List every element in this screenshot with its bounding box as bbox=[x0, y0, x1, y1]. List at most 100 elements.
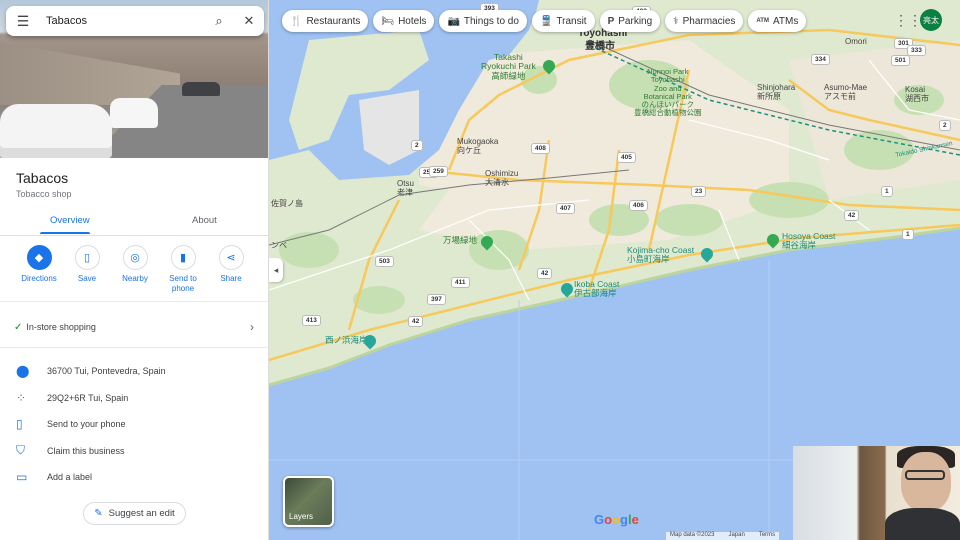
claim-text: Claim this business bbox=[47, 445, 125, 456]
chip-transit[interactable]: 🚆 Transit bbox=[531, 10, 595, 32]
share-button[interactable]: ⋖ Share bbox=[208, 245, 254, 294]
map-label-nishinohama: 西ノ浜海岸 bbox=[325, 335, 368, 345]
map-data-text: Map data ©2023 bbox=[670, 532, 715, 538]
search-input[interactable]: Tabacos bbox=[40, 15, 204, 27]
map-label-toyohashi-jp: 豊橋市 bbox=[585, 41, 615, 52]
place-category[interactable]: Tobacco shop bbox=[16, 189, 72, 199]
maps-screen: Toyohashi 豊橋市 Takashi Ryokuchi Park 高師緑地… bbox=[0, 0, 960, 540]
route-shield: 397 bbox=[427, 294, 446, 305]
divider bbox=[0, 301, 268, 302]
route-shield: 1 bbox=[902, 229, 914, 240]
route-shield: 1 bbox=[881, 186, 893, 197]
action-buttons: ◆ Directions ▯ Save ◎ Nearby ▮ Send to p… bbox=[16, 245, 254, 294]
chevron-right-icon: › bbox=[250, 320, 254, 334]
route-shield: 413 bbox=[302, 315, 321, 326]
chip-label: Transit bbox=[556, 15, 587, 27]
chip-atms[interactable]: ATM ATMs bbox=[748, 10, 807, 32]
bed-icon: 🛏 bbox=[381, 15, 395, 27]
atm-icon: ATM bbox=[756, 18, 769, 24]
route-shield: 2 bbox=[939, 120, 951, 131]
map-label-hosoya-coast: Hosoya Coast 細谷海岸 bbox=[782, 231, 836, 251]
bookmark-icon: ▯ bbox=[74, 245, 100, 270]
chip-restaurants[interactable]: 🍴 Restaurants bbox=[282, 10, 369, 32]
tab-overview[interactable]: Overview bbox=[50, 215, 90, 226]
map-label-kasenoshima: 佐賀ノ島 bbox=[271, 199, 303, 208]
add-label-text: Add a label bbox=[47, 472, 93, 482]
terms-link[interactable]: Terms bbox=[759, 532, 775, 540]
route-shield: 42 bbox=[537, 268, 553, 279]
parking-icon: P bbox=[607, 15, 615, 27]
chip-label: Pharmacies bbox=[682, 15, 736, 27]
plus-code-icon: ⁘ bbox=[16, 391, 27, 405]
suggest-edit-label: Suggest an edit bbox=[108, 508, 175, 519]
plus-code-text: 29Q2+6R Tui, Spain bbox=[47, 393, 129, 403]
map-attribution: Map data ©2023 Japan Terms bbox=[666, 532, 780, 540]
chip-label: Things to do bbox=[463, 15, 519, 27]
route-shield: 2 bbox=[411, 140, 423, 151]
route-shield: 405 bbox=[617, 152, 636, 163]
map-label-takashi-park: Takashi Ryokuchi Park 高師緑地 bbox=[481, 52, 536, 81]
check-icon: ✓ bbox=[14, 321, 23, 333]
map-label-nonnoi-park: Nonnoi Park Toyohashi Zoo and Botanical … bbox=[634, 67, 702, 118]
label-icon: ▭ bbox=[16, 470, 28, 484]
pharmacy-icon: ⚕ bbox=[673, 15, 679, 27]
google-logo: Google bbox=[594, 512, 639, 527]
add-label-row[interactable]: ▭ Add a label bbox=[16, 470, 256, 484]
map-label-ikoba-coast: Ikoba Coast 伊古部海岸 bbox=[574, 279, 620, 299]
route-shield: 503 bbox=[375, 256, 394, 267]
address-row[interactable]: ⬤ 36700 Tui, Pontevedra, Spain bbox=[16, 364, 256, 378]
map-label-oshimizu: Oshimizu 大清水 bbox=[485, 169, 519, 187]
layers-button[interactable]: Layers bbox=[283, 476, 334, 527]
map-label-kosai: Kosai 湖西市 bbox=[905, 85, 929, 103]
search-icon[interactable]: ⌕ bbox=[204, 13, 234, 29]
collapse-panel-button[interactable]: ◂ bbox=[269, 258, 283, 282]
route-shield: 259 bbox=[429, 166, 448, 177]
chip-pharmacies[interactable]: ⚕ Pharmacies bbox=[665, 10, 744, 32]
action-label: Send to phone bbox=[169, 274, 197, 293]
place-title: Tabacos bbox=[16, 170, 69, 186]
send-to-phone-button[interactable]: ▮ Send to phone bbox=[160, 245, 206, 294]
nearby-button[interactable]: ◎ Nearby bbox=[112, 245, 158, 294]
fork-knife-icon: 🍴 bbox=[290, 15, 303, 27]
route-shield: 411 bbox=[451, 277, 470, 288]
chip-parking[interactable]: P Parking bbox=[599, 10, 661, 32]
route-shield: 42 bbox=[408, 316, 424, 327]
chip-hotels[interactable]: 🛏 Hotels bbox=[373, 10, 435, 32]
claim-business-row[interactable]: ⛉ Claim this business bbox=[16, 443, 256, 458]
camera-icon: 📷 bbox=[447, 15, 460, 27]
close-icon[interactable]: ✕ bbox=[234, 13, 264, 29]
chip-label: Restaurants bbox=[306, 15, 361, 27]
plus-code-row[interactable]: ⁘ 29Q2+6R Tui, Spain bbox=[16, 391, 256, 405]
region-link[interactable]: Japan bbox=[728, 532, 744, 540]
place-panel: ☰ Tabacos ⌕ ✕ Tabacos Tobacco shop Overv… bbox=[0, 0, 269, 540]
route-shield: 406 bbox=[629, 200, 648, 211]
map-label-kojima-coast: Kojima-cho Coast 小島町海岸 bbox=[627, 245, 695, 265]
action-label: Share bbox=[220, 274, 242, 283]
map-label-asumo-mae: Asumo-Mae アスモ前 bbox=[824, 83, 868, 101]
account-avatar[interactable]: 亮太 bbox=[920, 9, 942, 31]
tab-about[interactable]: About bbox=[192, 215, 217, 226]
send-phone-row[interactable]: ▯ Send to your phone bbox=[16, 417, 256, 431]
directions-button[interactable]: ◆ Directions bbox=[16, 245, 62, 294]
chip-things-to-do[interactable]: 📷 Things to do bbox=[439, 10, 527, 32]
divider bbox=[0, 347, 268, 348]
map-label-mukogaoka: Mukogaoka 向ケ丘 bbox=[457, 137, 499, 155]
location-pin-icon: ⬤ bbox=[16, 364, 30, 378]
route-shield: 42 bbox=[844, 210, 860, 221]
directions-icon: ◆ bbox=[26, 245, 52, 270]
in-store-row[interactable]: ✓ In-store shopping › bbox=[14, 320, 254, 334]
save-button[interactable]: ▯ Save bbox=[64, 245, 110, 294]
shield-check-icon: ⛉ bbox=[16, 443, 26, 457]
route-shield: 407 bbox=[556, 203, 575, 214]
suggest-edit-button[interactable]: ✎ Suggest an edit bbox=[83, 502, 186, 525]
map-label-mikawa-park: 万場緑地 bbox=[443, 235, 478, 245]
place-tabs: Overview About bbox=[0, 208, 268, 236]
route-shield: 501 bbox=[891, 55, 910, 66]
menu-icon[interactable]: ☰ bbox=[6, 13, 40, 30]
map-label-shinjohara: Shinjohara 新所原 bbox=[757, 83, 796, 101]
map-label-omori: Omori bbox=[845, 37, 867, 46]
map-label-otsu: Otsu 老津 bbox=[397, 179, 414, 197]
action-label: Save bbox=[77, 274, 97, 283]
train-icon: 🚆 bbox=[539, 15, 553, 27]
chip-label: ATMs bbox=[772, 15, 799, 27]
